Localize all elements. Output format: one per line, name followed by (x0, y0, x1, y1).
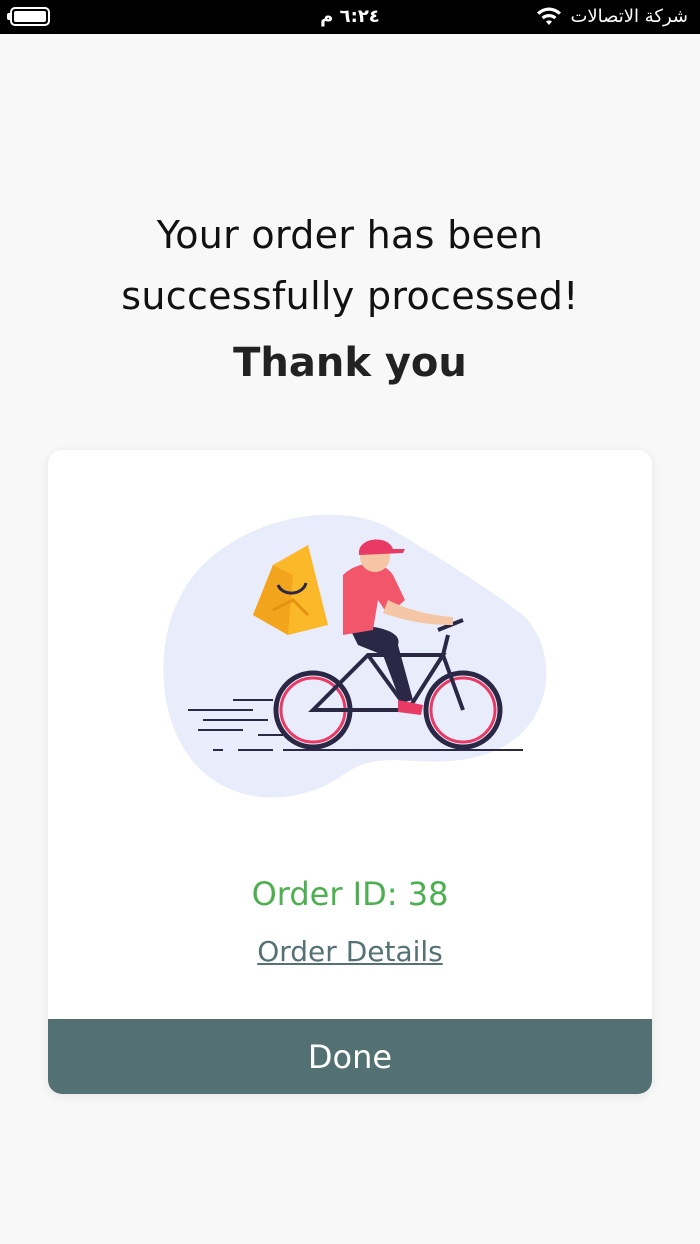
status-bar: ٦:٢٤ م شركة الاتصالات (0, 0, 700, 34)
carrier-name: شركة الاتصالات (570, 6, 688, 27)
order-details-link[interactable]: Order Details (48, 935, 652, 968)
delivery-bike-illustration (163, 514, 547, 798)
thank-you-heading: Thank you (233, 340, 467, 386)
headline-line-2: successfully processed! (121, 274, 579, 318)
wifi-icon (537, 7, 562, 25)
headline-line-1: Your order has been (156, 213, 544, 257)
confirmation-headline: Your order has been successfully process… (0, 205, 700, 327)
status-carrier-group: شركة الاتصالات (536, 6, 688, 27)
illustration-blob (163, 514, 547, 798)
order-id-text: Order ID: 38 (251, 875, 449, 913)
done-button[interactable]: Done (48, 1019, 652, 1094)
order-card: Order ID: 38 Order Details Done (48, 450, 652, 1094)
